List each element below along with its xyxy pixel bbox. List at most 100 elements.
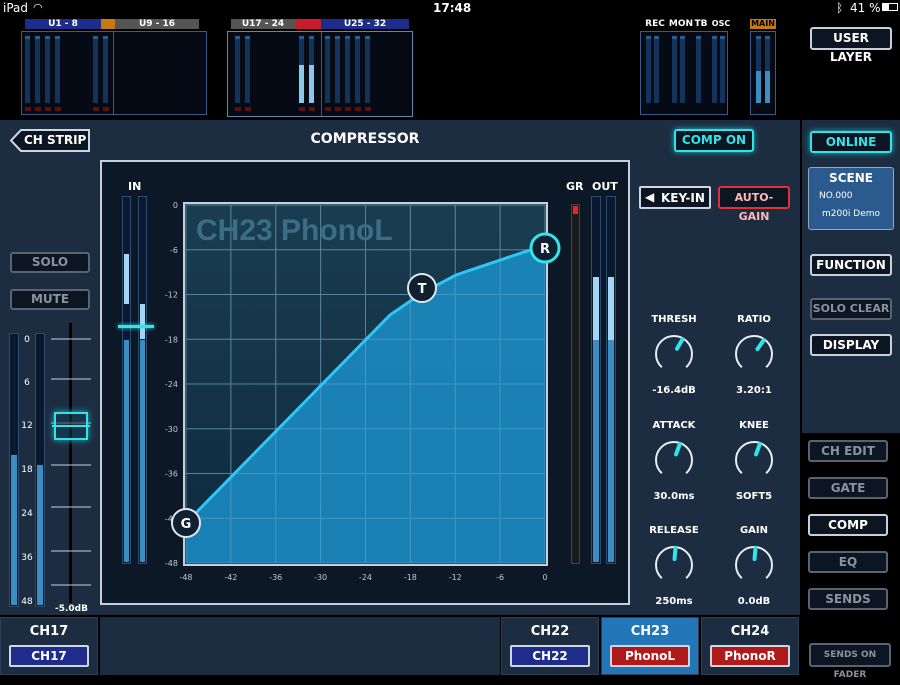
channel-number: CH23 — [630, 624, 670, 639]
gr-label: GR — [566, 180, 584, 193]
knob-attack[interactable]: ATTACK 30.0ms — [644, 418, 704, 508]
y-tick-label: -48 — [165, 559, 178, 568]
online-button[interactable]: ONLINE — [810, 131, 892, 153]
y-tick-label: -24 — [165, 380, 178, 389]
knob-gain[interactable]: GAIN 0.0dB — [724, 523, 784, 613]
knob-label: ATTACK — [652, 420, 696, 431]
channel-tab-ch24[interactable]: CH24 PhonoR — [701, 617, 799, 675]
scene-box[interactable]: SCENE NO.000 m200i Demo — [808, 167, 894, 230]
mon-label: MON — [668, 19, 694, 29]
knob-dial-icon — [655, 335, 693, 369]
channel-tab-ch23[interactable]: CH23 PhonoL — [601, 617, 699, 675]
user-layer-button[interactable]: USER LAYER — [810, 27, 892, 64]
gate-button[interactable]: GATE — [808, 477, 888, 499]
status-bar: iPad ◠ 17:48 ᛒ 41 % — [0, 0, 900, 16]
auto-gain-button[interactable]: AUTO-GAIN — [718, 186, 790, 223]
meter-group-label: U1 - 8 — [25, 19, 101, 29]
channel-number: CH24 — [730, 624, 770, 639]
knob-thresh[interactable]: THRESH -16.4dB — [644, 312, 704, 402]
knob-value: 30.0ms — [653, 491, 695, 502]
meter-bank-1[interactable]: U1 - 8 U9 - 16 — [21, 19, 207, 116]
ch-edit-button[interactable]: CH EDIT — [808, 440, 888, 462]
function-button[interactable]: FUNCTION — [810, 254, 892, 276]
sends-button[interactable]: SENDS — [808, 588, 888, 610]
channel-meter-left — [9, 333, 19, 607]
knob-value: 0.0dB — [737, 596, 771, 607]
fader-ticks — [51, 338, 91, 586]
knob-dial-icon — [735, 546, 773, 580]
svg-text:G: G — [181, 517, 192, 532]
knob-knee[interactable]: KNEE SOFT5 — [724, 418, 784, 508]
y-tick-label: 0 — [173, 201, 178, 210]
solo-button[interactable]: SOLO — [10, 252, 90, 273]
y-tick-label: -12 — [165, 291, 178, 300]
channel-name: PhonoR — [710, 645, 790, 667]
in-label: IN — [128, 180, 142, 193]
knob-label: RELEASE — [649, 525, 699, 536]
y-tick-label: -18 — [165, 335, 178, 344]
x-tick-label: -42 — [224, 573, 237, 582]
display-button[interactable]: DISPLAY — [810, 334, 892, 356]
back-label: CH STRIP — [24, 133, 87, 147]
channel-name: CH17 — [9, 645, 89, 667]
graph-watermark: CH23 PhonoL — [196, 214, 393, 247]
svg-text:R: R — [540, 242, 550, 257]
out-meter-left — [591, 196, 601, 564]
channel-number: CH17 — [29, 624, 69, 639]
battery-icon — [882, 3, 898, 11]
layer-indicator — [295, 19, 321, 29]
master-meters[interactable]: REC MON TB OSC — [640, 19, 758, 116]
play-left-icon: ◀ — [645, 190, 655, 204]
channel-bar-spacer — [100, 617, 500, 675]
mute-button[interactable]: MUTE — [10, 289, 90, 310]
knob-value: 250ms — [655, 596, 693, 607]
out-meter-right — [606, 196, 616, 564]
channel-number: CH22 — [530, 624, 570, 639]
channel-tab-ch17[interactable]: CH17 CH17 — [0, 617, 98, 675]
osc-label: OSC — [711, 19, 731, 28]
compressor-transfer-graph[interactable]: CH23 PhonoL 0 -6 -12 -18 -24 -30 -36 -42 -48 -48… — [160, 198, 570, 590]
x-tick-label: -18 — [404, 573, 417, 582]
channel-name: PhonoL — [610, 645, 690, 667]
meter-group-label: U25 - 32 — [321, 19, 409, 29]
main-meter[interactable]: MAIN — [750, 19, 776, 116]
knob-value: SOFT5 — [735, 491, 773, 502]
sends-on-fader-button[interactable]: SENDS ON FADER — [809, 643, 891, 680]
knob-dial-icon — [655, 441, 693, 475]
channel-name: CH22 — [510, 645, 590, 667]
channel-meter-right — [35, 333, 45, 607]
ch-strip-back-button[interactable]: CH STRIP — [9, 129, 90, 152]
main-label: MAIN — [750, 19, 776, 29]
key-in-button[interactable]: ◀ KEY-IN — [639, 186, 711, 209]
eq-button[interactable]: EQ — [808, 551, 888, 573]
in-meter-left — [122, 196, 131, 564]
y-tick-label: -6 — [170, 246, 178, 255]
g-handle[interactable]: G — [171, 508, 201, 538]
wifi-icon: ◠ — [33, 1, 43, 14]
comp-button[interactable]: COMP — [808, 514, 888, 536]
x-tick-label: -48 — [179, 573, 192, 582]
r-handle[interactable]: R — [529, 232, 561, 264]
meter-box — [227, 31, 413, 117]
scene-title: SCENE — [829, 171, 873, 185]
out-label: OUT — [592, 180, 618, 193]
x-tick-label: -36 — [269, 573, 282, 582]
meter-bank-2[interactable]: U17 - 24 U25 - 32 — [227, 19, 413, 117]
clock: 17:48 — [433, 1, 472, 15]
knob-release[interactable]: RELEASE 250ms — [644, 523, 704, 613]
fader-knob[interactable] — [52, 412, 90, 440]
t-handle[interactable]: T — [407, 273, 437, 303]
channel-tab-ch22[interactable]: CH22 CH22 — [501, 617, 599, 675]
solo-clear-button[interactable]: SOLO CLEAR — [810, 298, 892, 320]
gain-reduction-meter — [571, 204, 580, 564]
y-tick-label: -36 — [165, 470, 178, 479]
input-gain-handle[interactable] — [118, 325, 154, 328]
knob-ratio[interactable]: RATIO 3.20:1 — [724, 312, 784, 402]
knob-dial-icon — [655, 546, 693, 580]
knob-label: RATIO — [737, 314, 771, 325]
meter-group-label: U9 - 16 — [115, 19, 199, 29]
meter-box — [640, 31, 728, 115]
comp-on-button[interactable]: COMP ON — [674, 129, 754, 152]
svg-text:T: T — [418, 282, 427, 297]
knob-dial-icon — [735, 335, 773, 369]
